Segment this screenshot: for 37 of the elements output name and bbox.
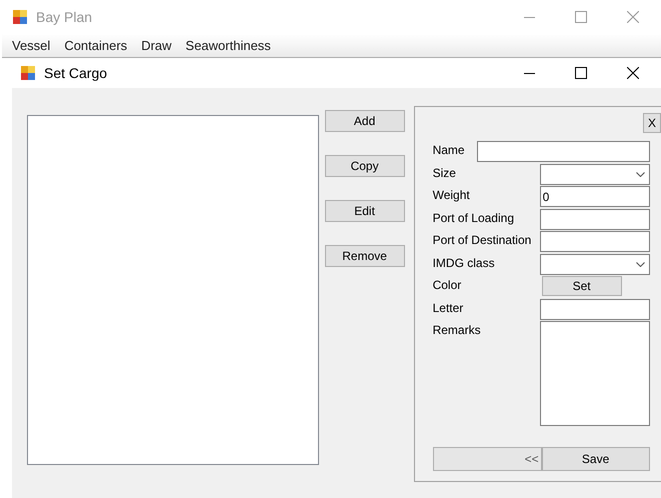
field-label: Weight bbox=[432, 187, 471, 203]
window-title: Bay Plan bbox=[36, 8, 92, 27]
dropdown[interactable] bbox=[540, 164, 650, 184]
field-label: IMDG class bbox=[432, 254, 496, 270]
menu-item[interactable]: Seaworthiness bbox=[178, 36, 278, 56]
chevron-icon bbox=[636, 172, 645, 176]
field-label: Name bbox=[432, 142, 466, 158]
set-color-button[interactable]: Set bbox=[542, 276, 622, 296]
field-label: Size bbox=[432, 164, 457, 180]
maximize-icon[interactable] bbox=[575, 67, 587, 79]
field-label: Port of Loading bbox=[432, 210, 515, 226]
action-button[interactable]: Add bbox=[324, 110, 405, 132]
field-label: Letter bbox=[432, 300, 464, 316]
menu-item[interactable]: Vessel bbox=[5, 36, 58, 56]
menu-item[interactable]: Containers bbox=[57, 36, 134, 56]
action-button[interactable]: Remove bbox=[324, 245, 405, 267]
menu-item[interactable]: Draw bbox=[134, 36, 179, 56]
app-icon bbox=[12, 9, 28, 25]
remarks-field[interactable] bbox=[540, 321, 650, 426]
text-field[interactable] bbox=[540, 298, 650, 320]
close-panel-button[interactable]: X bbox=[643, 113, 661, 133]
text-field[interactable] bbox=[540, 231, 650, 252]
action-button[interactable]: Edit bbox=[324, 200, 405, 222]
text-field[interactable] bbox=[476, 141, 650, 162]
field-label: Remarks bbox=[432, 322, 482, 338]
field-label: Color bbox=[432, 277, 462, 293]
back-button[interactable]: << bbox=[432, 447, 542, 471]
text-field[interactable]: 0 bbox=[540, 186, 650, 207]
dialog-title: Set Cargo bbox=[44, 64, 108, 83]
field-label: Port of Destination bbox=[432, 232, 532, 248]
dropdown[interactable] bbox=[540, 254, 650, 274]
app-icon bbox=[20, 65, 36, 81]
save-button[interactable]: Save bbox=[542, 447, 650, 471]
action-button[interactable]: Copy bbox=[324, 155, 405, 177]
close-icon[interactable] bbox=[627, 67, 639, 79]
text-field[interactable] bbox=[540, 208, 650, 230]
chevron-icon bbox=[636, 262, 645, 266]
